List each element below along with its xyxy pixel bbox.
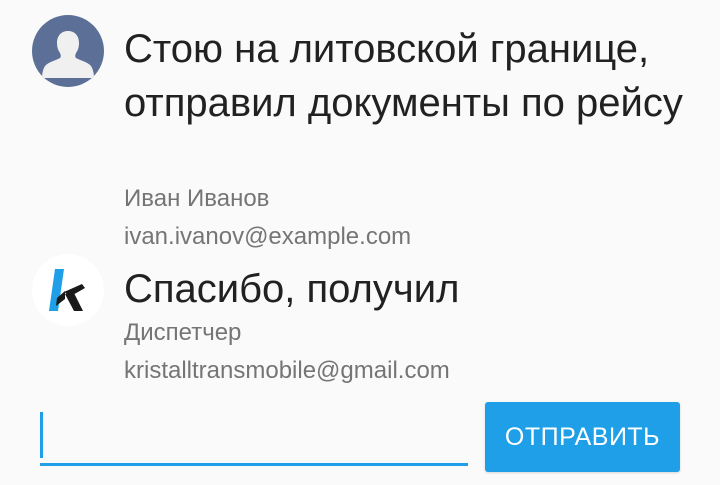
message-input[interactable] [40,408,468,460]
company-logo-icon [32,254,104,326]
message-item: Спасибо, получил Диспетчер kristalltrans… [0,0,720,400]
text-cursor [40,412,43,458]
message-author: Диспетчер [124,319,242,346]
message-composer [40,408,468,466]
message-email: kristalltransmobile@gmail.com [124,357,450,384]
message-text: Спасибо, получил [124,267,460,311]
send-button[interactable]: ОТПРАВИТЬ [485,402,680,472]
message-list: Стою на литовской границе, отправил доку… [0,0,720,400]
input-underline [40,463,468,466]
